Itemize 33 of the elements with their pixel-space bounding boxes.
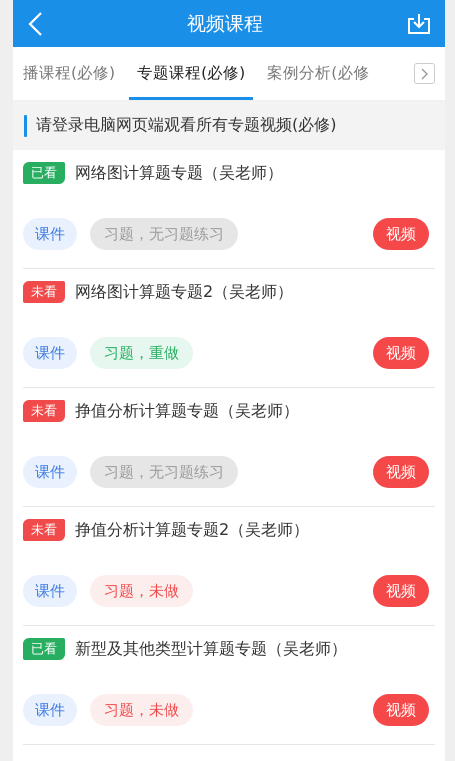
video-button[interactable]: 视频 [373,575,429,607]
status-badge: 未看 [23,281,65,303]
status-badge: 已看 [23,162,65,184]
status-badge: 已看 [23,638,65,660]
exercise-button[interactable]: 习题，未做 [90,575,193,607]
video-button[interactable]: 视频 [373,337,429,369]
exercise-button[interactable]: 习题，无习题练习 [90,456,238,488]
exercise-button[interactable]: 习题，无习题练习 [90,218,238,250]
course-title: 网络图计算题专题2（吴老师） [75,282,294,302]
course-title: 网络图计算题专题（吴老师） [75,162,283,184]
video-button[interactable]: 视频 [373,218,429,250]
download-icon[interactable] [407,12,431,34]
video-button[interactable]: 视频 [373,456,429,488]
courseware-button[interactable]: 课件 [23,694,77,726]
courseware-button[interactable]: 课件 [23,575,77,607]
notice-text: 请登录电脑网页端观看所有专题视频(必修) [36,115,336,136]
course-title: 挣值分析计算题专题（吴老师） [75,400,299,422]
status-badge: 未看 [23,400,65,422]
status-badge: 未看 [23,519,65,541]
tab[interactable]: 案例分析(必修 [267,47,370,100]
chevron-right-icon[interactable] [414,63,435,84]
courseware-button[interactable]: 课件 [23,456,77,488]
exercise-button[interactable]: 习题，重做 [90,337,193,369]
course-title: 新型及其他类型计算题专题（吴老师） [75,638,347,660]
back-icon[interactable] [27,10,43,36]
accent-bar [24,114,27,136]
page-title: 视频课程 [187,12,263,36]
courseware-button[interactable]: 课件 [23,337,77,369]
video-button[interactable]: 视频 [373,694,429,726]
courseware-button[interactable]: 课件 [23,218,77,250]
exercise-button[interactable]: 习题，未做 [90,694,193,726]
tab[interactable]: 播课程(必修) [23,47,116,100]
course-title: 挣值分析计算题专题2（吴老师） [75,520,310,540]
